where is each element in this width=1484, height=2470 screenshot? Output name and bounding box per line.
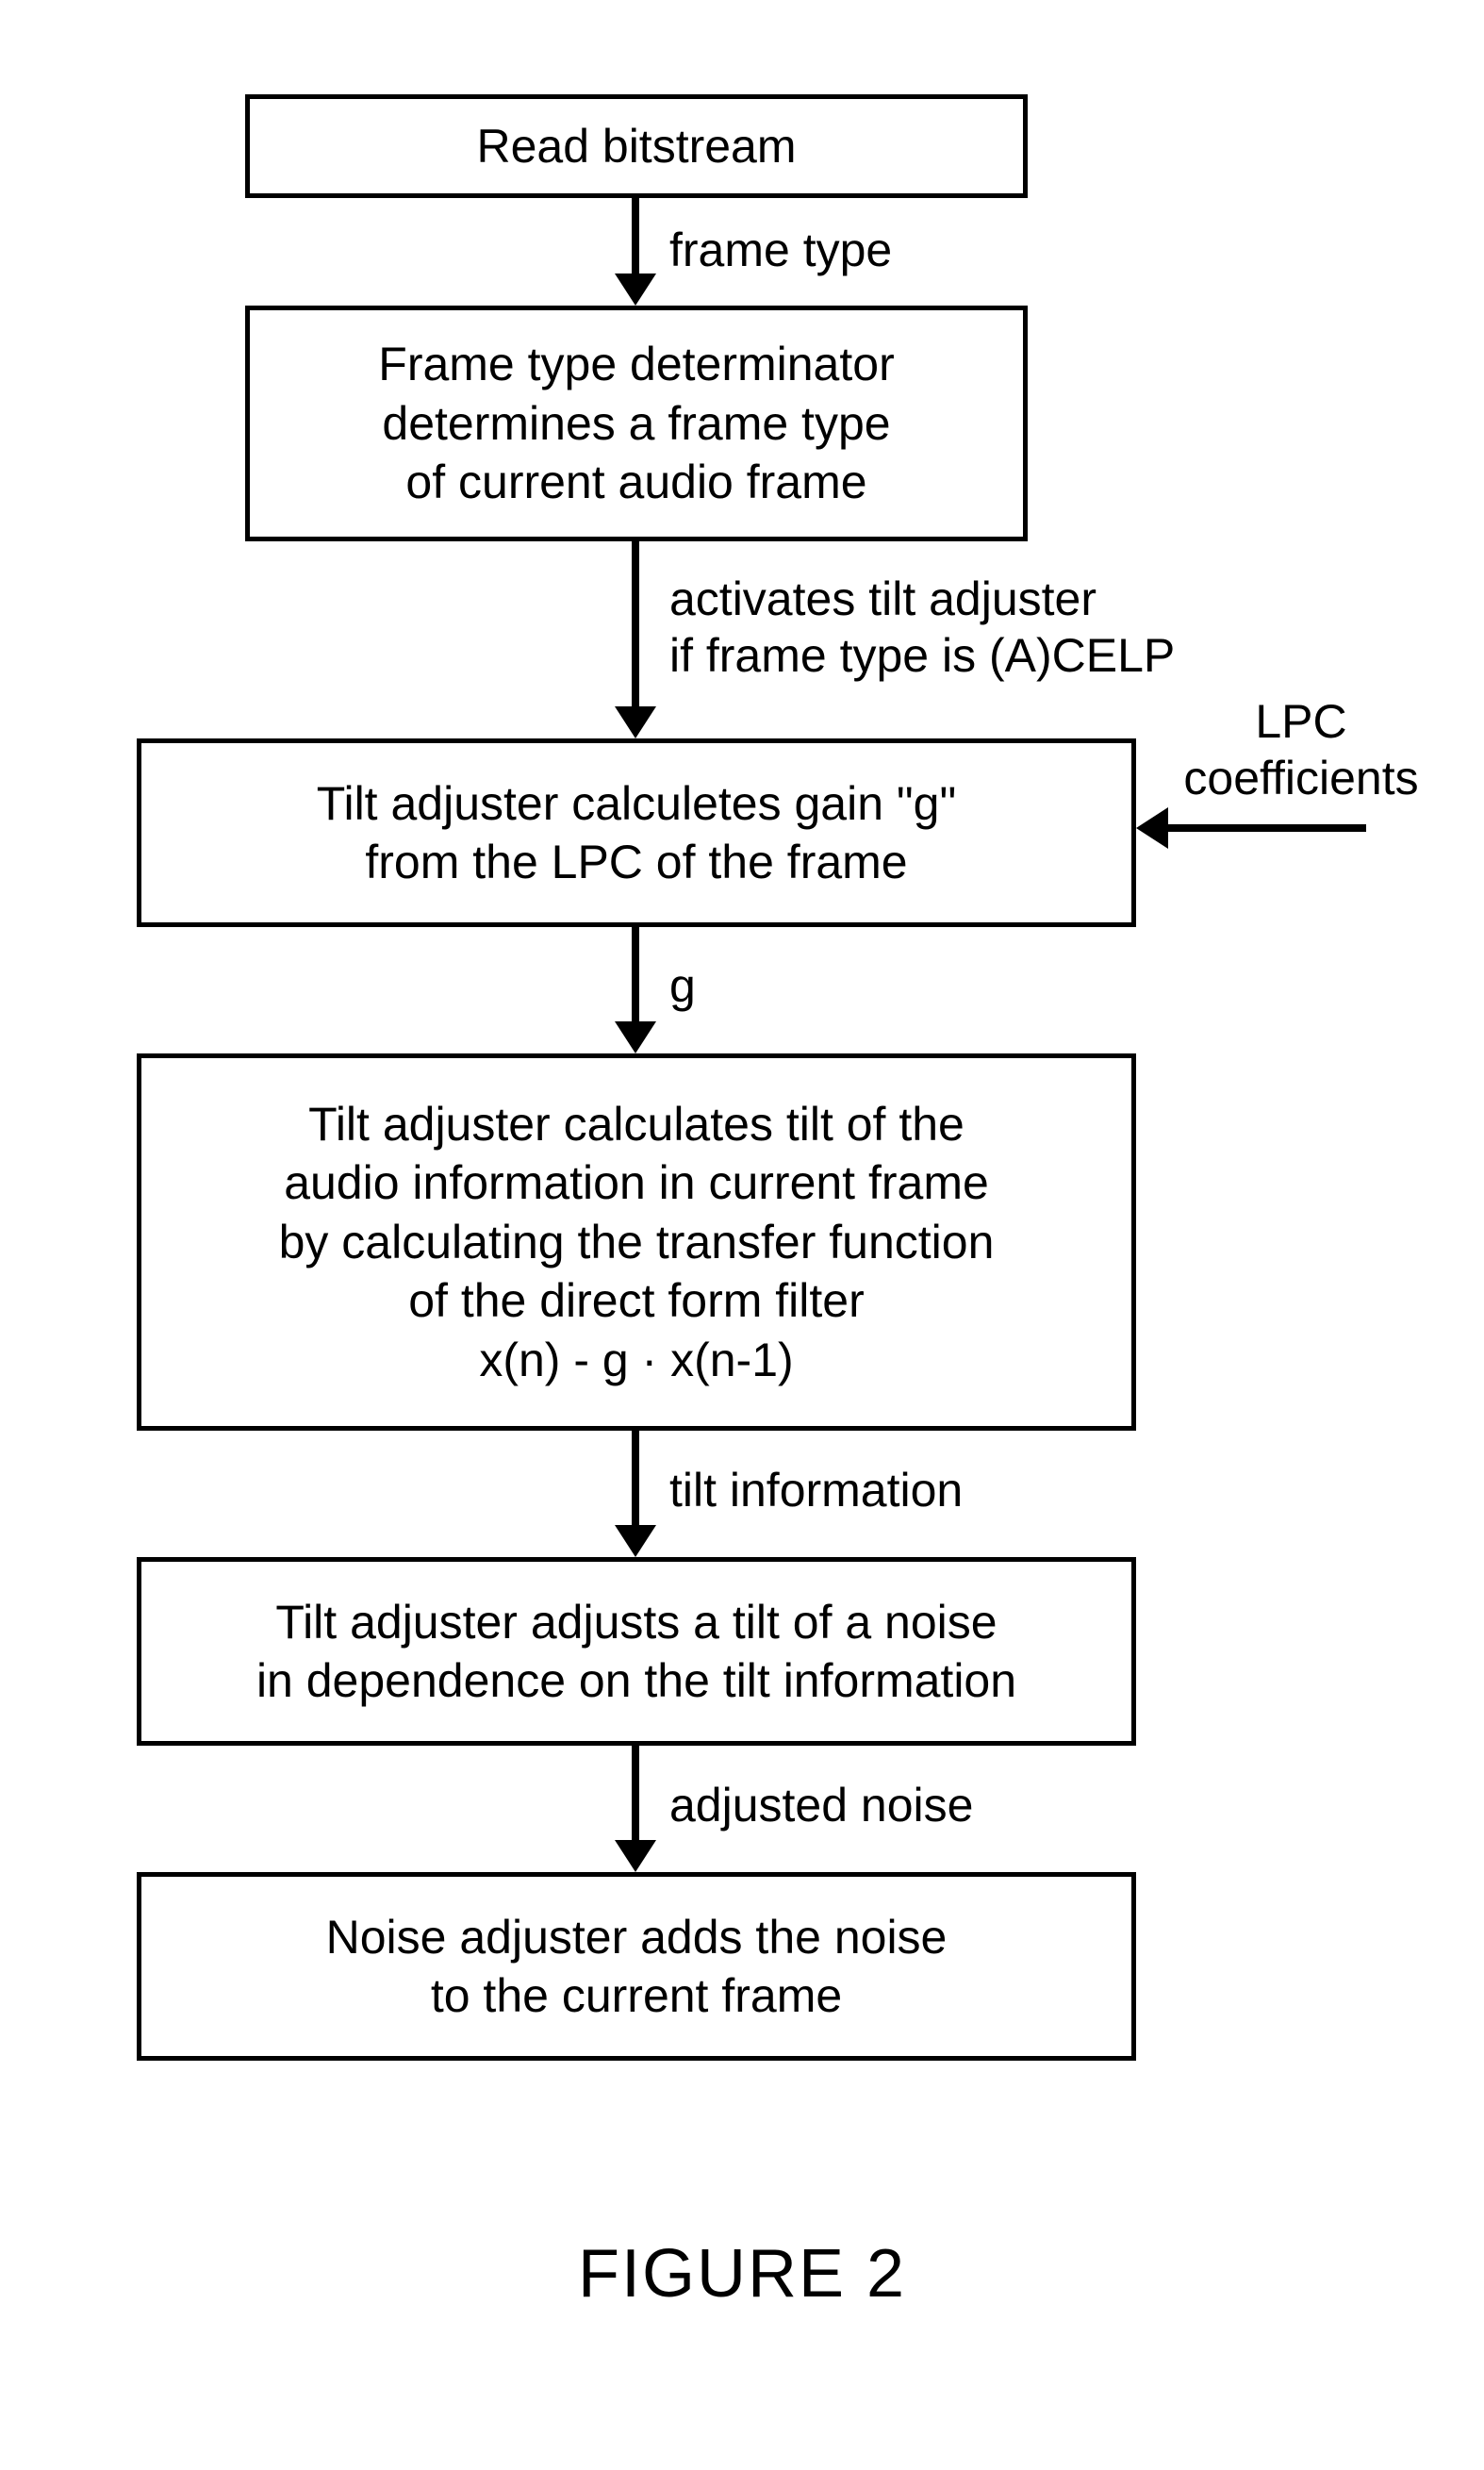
figure-label: FIGURE 2 [0, 2235, 1484, 2313]
arrow-head-down-icon [615, 706, 656, 738]
box-text: Frame type determinator determines a fra… [378, 335, 894, 512]
arrow-stem [632, 541, 639, 706]
arrow-head-down-icon [615, 274, 656, 306]
arrow-label-lpc: LPC coefficients [1179, 693, 1424, 806]
box-tilt-calc: Tilt adjuster calculates tilt of the aud… [137, 1053, 1136, 1431]
box-text: Noise adjuster adds the noise to the cur… [326, 1908, 948, 2026]
arrow-head-down-icon [615, 1840, 656, 1872]
arrow-label-frame-type: frame type [669, 222, 892, 278]
flowchart-canvas: Read bitstream frame type Frame type det… [0, 0, 1484, 2470]
arrow-head-left-icon [1136, 807, 1168, 849]
arrow-stem [632, 927, 639, 1021]
arrow-head-down-icon [615, 1021, 656, 1053]
box-frame-type-determinator: Frame type determinator determines a fra… [245, 306, 1028, 541]
arrow-stem [632, 198, 639, 274]
arrow-label-adjusted-noise: adjusted noise [669, 1777, 973, 1833]
box-tilt-gain: Tilt adjuster calculetes gain "g" from t… [137, 738, 1136, 927]
arrow-stem [1168, 824, 1366, 832]
arrow-head-down-icon [615, 1525, 656, 1557]
arrow-label-g: g [669, 957, 696, 1014]
box-tilt-adjust-noise: Tilt adjuster adjusts a tilt of a noise … [137, 1557, 1136, 1746]
arrow-stem [632, 1431, 639, 1525]
box-text: Tilt adjuster adjusts a tilt of a noise … [256, 1593, 1016, 1711]
box-text: Tilt adjuster calculetes gain "g" from t… [317, 774, 956, 892]
arrow-label-activates: activates tilt adjuster if frame type is… [669, 571, 1175, 684]
arrow-stem [632, 1746, 639, 1840]
box-read-bitstream: Read bitstream [245, 94, 1028, 198]
arrow-label-tilt-info: tilt information [669, 1462, 963, 1518]
box-noise-adjuster: Noise adjuster adds the noise to the cur… [137, 1872, 1136, 2061]
box-text: Read bitstream [476, 117, 796, 176]
box-text: Tilt adjuster calculates tilt of the aud… [279, 1095, 995, 1390]
